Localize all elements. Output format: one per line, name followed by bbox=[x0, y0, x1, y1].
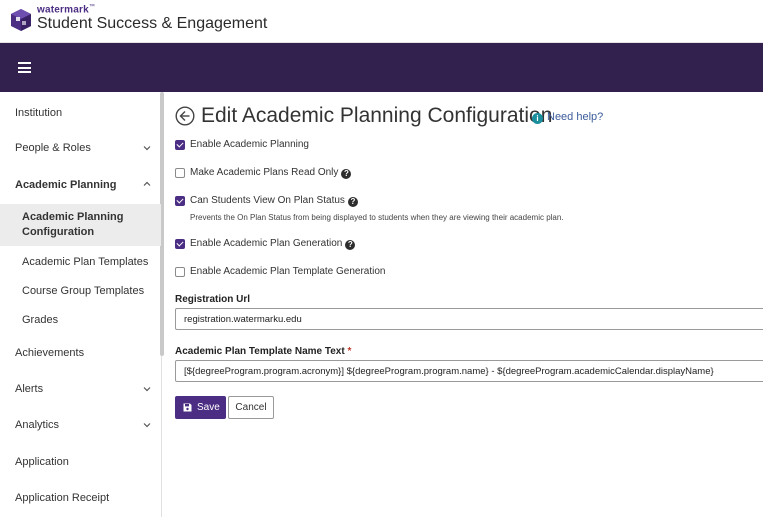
enable-academic-planning-label: Enable Academic Planning bbox=[190, 139, 309, 150]
sidebar-item-application[interactable]: Application bbox=[0, 450, 161, 472]
app-title: Student Success & Engagement bbox=[37, 15, 268, 32]
save-icon bbox=[183, 403, 192, 412]
cancel-button[interactable]: Cancel bbox=[228, 396, 274, 419]
info-icon: i bbox=[532, 113, 543, 124]
chevron-down-icon bbox=[143, 146, 151, 151]
question-icon[interactable]: ? bbox=[341, 169, 352, 179]
watermark-logo-icon bbox=[11, 9, 31, 31]
on-plan-status-hint: Prevents the On Plan Status from being d… bbox=[190, 213, 564, 222]
view-on-plan-status-label: Can Students View On Plan Status? bbox=[190, 195, 358, 207]
chevron-down-icon bbox=[143, 387, 151, 392]
sidebar-subitem-academic-planning-configuration[interactable]: Academic Planning Configuration bbox=[0, 204, 161, 246]
registration-url-input[interactable] bbox=[175, 308, 763, 330]
save-button[interactable]: Save bbox=[175, 396, 226, 419]
chevron-down-icon bbox=[143, 423, 151, 428]
sidebar-item-people-roles[interactable]: People & Roles bbox=[0, 136, 161, 160]
main-content bbox=[165, 92, 763, 517]
registration-url-label: Registration Url bbox=[175, 294, 251, 305]
back-arrow-icon[interactable] bbox=[175, 106, 195, 126]
sidebar-item-achievements[interactable]: Achievements bbox=[0, 341, 161, 363]
sidebar-subitem-grades[interactable]: Grades bbox=[0, 310, 161, 330]
template-generation-checkbox[interactable] bbox=[175, 267, 185, 277]
sidebar-item-institution[interactable]: Institution bbox=[0, 100, 161, 124]
question-icon[interactable]: ? bbox=[345, 240, 356, 250]
enable-academic-planning-checkbox[interactable] bbox=[175, 140, 185, 150]
need-help-link[interactable]: Need help? bbox=[547, 111, 603, 123]
sidebar-subitem-course-group-templates[interactable]: Course Group Templates bbox=[0, 281, 161, 301]
brand-wordmark: watermark™ bbox=[37, 4, 96, 16]
sidebar-item-analytics[interactable]: Analytics bbox=[0, 413, 161, 435]
read-only-plans-label: Make Academic Plans Read Only? bbox=[190, 167, 352, 179]
sidebar-item-application-receipt[interactable]: Application Receipt bbox=[0, 486, 161, 508]
hamburger-menu-icon[interactable] bbox=[18, 62, 31, 73]
view-on-plan-status-checkbox[interactable] bbox=[175, 196, 185, 206]
sidebar-subitem-academic-plan-templates[interactable]: Academic Plan Templates bbox=[0, 252, 161, 272]
plan-generation-checkbox[interactable] bbox=[175, 239, 185, 249]
sidebar-item-academic-planning[interactable]: Academic Planning bbox=[0, 172, 161, 196]
page-title: Edit Academic Planning Configuration bbox=[201, 104, 553, 127]
template-name-input[interactable] bbox=[175, 360, 763, 382]
sidebar-item-alerts[interactable]: Alerts bbox=[0, 377, 161, 399]
read-only-plans-checkbox[interactable] bbox=[175, 168, 185, 178]
template-name-label: Academic Plan Template Name Text * bbox=[175, 346, 352, 357]
chevron-up-icon bbox=[143, 181, 151, 186]
template-generation-label: Enable Academic Plan Template Generation bbox=[190, 266, 386, 277]
plan-generation-label: Enable Academic Plan Generation? bbox=[190, 238, 356, 250]
top-navbar bbox=[0, 43, 763, 92]
question-icon[interactable]: ? bbox=[347, 197, 358, 207]
app-header: watermark™ Student Success & Engagement bbox=[0, 0, 763, 43]
